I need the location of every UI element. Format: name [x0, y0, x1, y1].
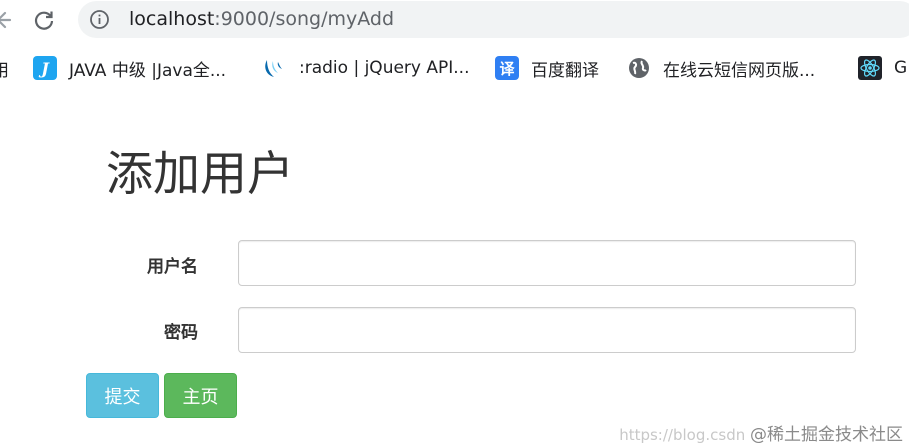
page-title: 添加用户 — [106, 147, 294, 202]
bookmark-item-jquery[interactable]: :radio | jQuery API... — [263, 52, 469, 84]
globe-icon — [627, 56, 651, 80]
bookmark-label: 在线云短信网页版... — [663, 60, 816, 81]
home-button[interactable]: 主页 — [164, 373, 237, 418]
bookmark-item-java[interactable]: J JAVA 中级 |Java全... — [33, 52, 226, 84]
bookmark-item-sms[interactable]: 在线云短信网页版... — [627, 52, 815, 84]
password-input[interactable] — [238, 307, 856, 353]
info-icon[interactable] — [89, 9, 110, 30]
watermark-site: @稀土掘金技术社区 — [750, 425, 903, 445]
address-bar[interactable]: localhost:9000/song/myAdd — [78, 1, 909, 38]
bookmark-item-baidu-translate[interactable]: 译 百度翻译 — [495, 52, 599, 84]
back-arrow-icon[interactable] — [0, 6, 16, 34]
translate-icon: 译 — [495, 56, 519, 80]
bookmark-label: JAVA 中级 |Java全... — [69, 60, 227, 81]
bookmark-label: :radio | jQuery API... — [299, 58, 470, 78]
url-path: :9000/song/myAdd — [214, 8, 395, 30]
watermark: https://blog.csdn @稀土掘金技术社区 — [619, 420, 903, 445]
username-label: 用户名 — [147, 257, 198, 277]
browser-toolbar: localhost:9000/song/myAdd — [0, 0, 909, 40]
password-label: 密码 — [164, 323, 198, 343]
bookmark-label: G — [894, 58, 908, 78]
watermark-url: https://blog.csdn — [619, 426, 746, 444]
bookmark-label: 用 — [0, 60, 9, 81]
bookmark-label: 百度翻译 — [531, 60, 599, 81]
reload-icon[interactable] — [30, 6, 58, 34]
url-text[interactable]: localhost:9000/song/myAdd — [129, 6, 394, 32]
submit-button[interactable]: 提交 — [86, 373, 159, 418]
bookmark-item-0[interactable]: 用 — [0, 52, 9, 84]
bookmarks-bar: 用 J JAVA 中级 |Java全... :radio | jQuery AP… — [0, 48, 909, 88]
url-host: localhost — [129, 8, 215, 30]
username-input[interactable] — [238, 240, 856, 286]
java-j-icon: J — [33, 56, 57, 80]
react-icon — [858, 56, 882, 80]
bookmark-item-react[interactable]: G — [858, 52, 907, 84]
svg-text:译: 译 — [499, 60, 515, 78]
jquery-icon — [263, 56, 287, 80]
